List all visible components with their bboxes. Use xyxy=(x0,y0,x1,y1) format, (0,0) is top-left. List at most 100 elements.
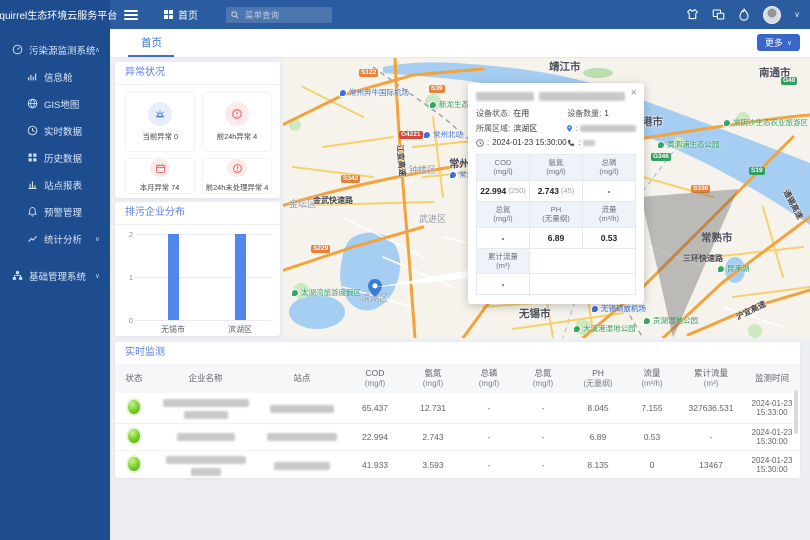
site-name-redacted xyxy=(258,450,346,480)
reading-header: COD(mg/l) xyxy=(477,155,530,181)
y-axis-tick: 2 xyxy=(123,230,133,239)
more-button[interactable]: 更多 ∨ xyxy=(757,34,800,51)
reading-value: 0.53 xyxy=(583,228,636,249)
chevron-down-icon: ∨ xyxy=(787,39,792,47)
dashboard-icon xyxy=(12,44,23,55)
sidebar-item-label: 站点报表 xyxy=(44,178,82,192)
enterprise-name-redacted xyxy=(153,393,258,423)
road-badge: S19 xyxy=(749,167,765,175)
sidebar-item-label: 统计分析 xyxy=(44,232,82,246)
stat-month-abnormal[interactable]: 本月异常 74 xyxy=(125,158,195,194)
theme-skin-icon[interactable] xyxy=(686,8,699,21)
sitemap-icon xyxy=(12,270,23,281)
reading-value: - xyxy=(583,181,636,202)
table-scrollbar[interactable] xyxy=(794,390,798,434)
popup-info-fields: 设备状态:在用 设备数量:1 所属区域:滨湖区 : :2024-01-23 15… xyxy=(476,108,636,147)
sidebar-item-pollution-system[interactable]: 污染源监测系统 ∧ xyxy=(0,37,110,62)
close-icon[interactable]: × xyxy=(631,88,637,99)
phone-icon xyxy=(567,139,575,147)
reading-value: - xyxy=(477,274,530,295)
reading-header: 累计流量(m³) xyxy=(477,249,530,275)
sidebar-item-info-cabin[interactable]: 信息舱 xyxy=(0,64,110,89)
table-header-row: 状态 企业名称 站点 COD(mg/l) 氨氮(mg/l) 总磷(mg/l) 总… xyxy=(115,365,800,393)
reading-header: PH(无量纲) xyxy=(530,202,583,228)
map-label: 常阴沙生态农业旅游区 xyxy=(723,117,808,128)
chevron-down-icon[interactable]: ∨ xyxy=(794,10,800,19)
address-field: : xyxy=(567,123,636,134)
bar-chart: 012无锡市滨湖区 xyxy=(135,234,271,320)
map-label: 常州奔牛国际机场 xyxy=(339,87,409,98)
road-badge: G4221 xyxy=(399,131,423,139)
transport-poi-icon xyxy=(423,131,431,139)
table-row[interactable]: 65.437 12.731 - - 8.045 7.155 327636.531… xyxy=(115,393,800,423)
map-label: 武进区 xyxy=(419,212,446,225)
stat-current-abnormal[interactable]: 当前异常 0 xyxy=(125,92,195,152)
sidebar-item-history-data[interactable]: 历史数据 xyxy=(0,145,110,170)
device-count-field: 设备数量:1 xyxy=(567,108,636,119)
layout-screen-icon[interactable] xyxy=(712,8,725,21)
enterprise-name-redacted xyxy=(153,423,258,450)
reading-value: - xyxy=(477,228,530,249)
hamburger-menu-icon[interactable] xyxy=(124,10,138,20)
park-poi-icon xyxy=(291,289,299,297)
tab-home[interactable]: 首页 xyxy=(128,29,175,57)
park-poi-icon xyxy=(573,325,581,333)
panel-title: 异常状况 xyxy=(115,62,280,85)
sidebar-item-gis-map[interactable]: GIS地图 xyxy=(0,91,110,116)
location-pin-icon xyxy=(567,124,572,133)
sidebar: 污染源监测系统 ∧ 信息舱 GIS地图 实时数据 历史数据 站点报表 预警管理 xyxy=(0,29,110,540)
nav-home[interactable]: 首页 xyxy=(164,7,198,22)
map-canvas[interactable]: 靖江市南通市常州市无锡市常熟市张家港市金坛区钟楼区武进区滨湖区金武快速路江宜高速… xyxy=(283,57,810,338)
sidebar-item-label: 污染源监测系统 xyxy=(29,43,96,57)
transport-poi-icon xyxy=(339,89,347,97)
alert-clock-icon xyxy=(225,102,249,126)
map-label: 常州北站 xyxy=(423,129,463,140)
tab-bar: 首页 更多 ∨ xyxy=(110,29,810,58)
table-row[interactable]: 41.933 3.593 - - 8.135 0 13467 2024-01-2… xyxy=(115,450,800,480)
user-avatar[interactable] xyxy=(763,6,781,24)
status-dot-green xyxy=(128,400,140,414)
table-filler xyxy=(530,249,636,275)
park-poi-icon xyxy=(717,265,725,273)
sidebar-item-label: 预警管理 xyxy=(44,205,82,219)
sidebar-item-site-report[interactable]: 站点报表 xyxy=(0,172,110,197)
phone-field: : xyxy=(567,138,636,147)
region-field: 所属区域:滨湖区 xyxy=(476,123,567,134)
menu-search[interactable] xyxy=(226,7,332,23)
flame-icon[interactable] xyxy=(738,8,750,21)
road-badge: S122 xyxy=(359,69,378,77)
line-chart-icon xyxy=(27,233,38,244)
reading-header: 总磷(mg/l) xyxy=(583,155,636,181)
history-grid-icon xyxy=(27,152,38,163)
road-badge: S39 xyxy=(429,85,445,93)
site-name-redacted xyxy=(258,393,346,423)
panel-title: 排污企业分布 xyxy=(115,202,280,225)
map-marker-pin[interactable] xyxy=(368,279,382,297)
time-field: :2024-01-23 15:30:00 xyxy=(476,138,567,147)
stat-24h-abnormal[interactable]: 前24h异常 4 xyxy=(202,92,272,152)
sidebar-item-realtime-data[interactable]: 实时数据 xyxy=(0,118,110,143)
enterprise-name-redacted xyxy=(153,450,258,480)
reading-header: 氨氮(mg/l) xyxy=(530,155,583,181)
sidebar-item-label: 实时数据 xyxy=(44,124,82,138)
bar-无锡市 xyxy=(168,234,179,320)
map-label: 通锡高速 xyxy=(781,188,806,221)
park-poi-icon xyxy=(723,119,731,127)
sidebar-item-admin-system[interactable]: 基础管理系统 ∨ xyxy=(0,263,110,288)
table-row[interactable]: 22.994 2.743 - - 6.89 0.53 - 2024-01-23 … xyxy=(115,423,800,450)
calendar-icon xyxy=(150,159,170,177)
sidebar-item-alert-management[interactable]: 预警管理 xyxy=(0,199,110,224)
transport-poi-icon xyxy=(591,305,599,313)
report-chart-icon xyxy=(27,179,38,190)
map-label: 钟楼区 xyxy=(409,163,436,176)
park-poi-icon xyxy=(643,317,651,325)
monitor-table: 状态 企业名称 站点 COD(mg/l) 氨氮(mg/l) 总磷(mg/l) 总… xyxy=(115,365,800,481)
map-label: 金坛区 xyxy=(289,197,316,210)
sidebar-item-statistics[interactable]: 统计分析 ∨ xyxy=(0,226,110,251)
exclamation-circle-icon xyxy=(227,159,247,177)
more-button-label: 更多 xyxy=(765,36,783,49)
reading-value: 6.89 xyxy=(530,228,583,249)
search-input[interactable] xyxy=(243,9,317,21)
search-icon xyxy=(231,11,239,19)
stat-24h-unhandled-abnormal[interactable]: 前24h未处理异常 4 xyxy=(202,158,272,194)
